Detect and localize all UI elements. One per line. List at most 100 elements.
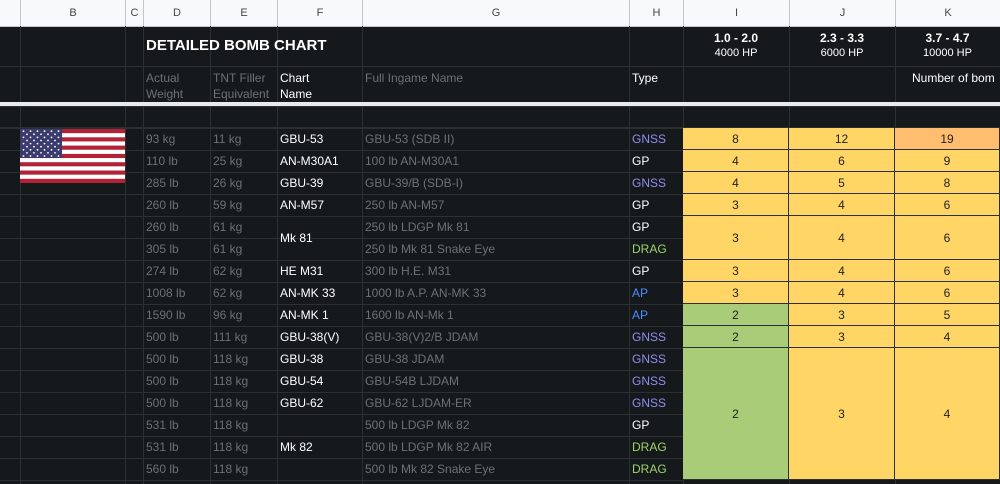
bomb-count-cell[interactable]: 4: [789, 282, 895, 304]
bomb-count-cell[interactable]: 6: [895, 282, 1000, 304]
col-header-h[interactable]: H: [629, 0, 683, 26]
table-row[interactable]: 305 lb 61 kg 250 lb Mk 81 Snake Eye DRAG: [0, 238, 683, 260]
col-header-a[interactable]: [0, 0, 20, 26]
tier-header-1: 1.0 - 2.0 4000 HP: [683, 31, 789, 61]
type-cell: GP: [632, 264, 650, 278]
table-row[interactable]: 93 kg 11 kg GBU-53 GBU-53 (SDB II) GNSS: [0, 128, 683, 150]
full-name-cell: GBU-38 JDAM: [365, 352, 445, 366]
bomb-count-cell[interactable]: 6: [895, 260, 1000, 282]
actual-weight-cell: 274 lb: [146, 264, 179, 278]
bomb-count-cell[interactable]: 4: [789, 216, 895, 260]
full-name-cell: 1600 lb AN-Mk 1: [365, 308, 454, 322]
tier-range: 3.7 - 4.7: [925, 31, 970, 45]
type-cell: GP: [632, 198, 650, 212]
grid-hline: [0, 106, 1000, 107]
bomb-count-cell[interactable]: 8: [895, 172, 1000, 194]
bomb-count-cell[interactable]: 3: [789, 348, 895, 480]
sheet-title: DETAILED BOMB CHART: [146, 37, 327, 54]
bomb-count-cell[interactable]: 4: [683, 150, 789, 172]
type-cell: GP: [632, 220, 650, 234]
bomb-count-cell[interactable]: 8: [683, 128, 789, 150]
chart-name-merged-cell: Mk 82: [280, 440, 313, 454]
bomb-count-cell[interactable]: 5: [895, 304, 1000, 326]
col-header-j[interactable]: J: [789, 0, 895, 26]
full-name-cell: 500 lb LDGP Mk 82: [365, 418, 470, 432]
col-header-g[interactable]: G: [362, 0, 629, 26]
bomb-count-cell[interactable]: 9: [895, 150, 1000, 172]
table-row[interactable]: 500 lb 118 kg GBU-62 GBU-62 LJDAM-ER GNSS: [0, 392, 683, 414]
full-name-cell: 250 lb LDGP Mk 81: [365, 220, 470, 234]
full-name-cell: 300 lb H.E. M31: [365, 264, 452, 278]
bomb-count-cell[interactable]: 19: [895, 128, 1000, 150]
type-cell: AP: [632, 286, 649, 300]
bomb-count-cell[interactable]: 3: [683, 260, 789, 282]
bomb-count-cell[interactable]: 3: [789, 304, 895, 326]
actual-weight-cell: 531 lb: [146, 440, 179, 454]
table-row[interactable]: 531 lb 118 kg 500 lb LDGP Mk 82 AIR DRAG: [0, 436, 683, 458]
col-header-c[interactable]: C: [125, 0, 143, 26]
col-header-k[interactable]: K: [895, 0, 1000, 26]
col-header-e[interactable]: E: [210, 0, 277, 26]
type-cell: GP: [632, 154, 650, 168]
type-cell: AP: [632, 308, 649, 322]
header-line: Actual: [146, 71, 180, 85]
header-line: Name: [280, 87, 313, 101]
chart-name-cell: AN-M57: [280, 198, 325, 212]
chart-name-cell: AN-M30A1: [280, 154, 339, 168]
bomb-count-cell[interactable]: 2: [683, 326, 789, 348]
table-row[interactable]: 500 lb 111 kg GBU-38(V) GBU-38(V)2/B JDAM GN…: [0, 326, 683, 348]
type-cell: DRAG: [632, 242, 667, 256]
type-cell: DRAG: [632, 462, 667, 476]
bomb-count-cell[interactable]: 3: [683, 216, 789, 260]
bomb-count-cell[interactable]: 2: [683, 304, 789, 326]
table-row[interactable]: 500 lb 118 kg GBU-54 GBU-54B LJDAM GNSS: [0, 370, 683, 392]
chart-name-cell: AN-MK 1: [280, 308, 329, 322]
full-name-cell: GBU-54B LJDAM: [365, 374, 460, 388]
col-header-f[interactable]: F: [277, 0, 362, 26]
tnt-equivalent-cell: 118 kg: [213, 462, 249, 476]
table-row[interactable]: 500 lb 118 kg GBU-38 GBU-38 JDAM GNSS: [0, 348, 683, 370]
tnt-equivalent-cell: 59 kg: [213, 198, 243, 212]
col-header-b[interactable]: B: [20, 0, 125, 26]
header-actual-weight: Actual Weight: [146, 70, 183, 102]
bomb-count-cell[interactable]: 4: [895, 326, 1000, 348]
chart-name-cell: GBU-38(V): [280, 330, 340, 344]
actual-weight-cell: 260 lb: [146, 220, 179, 234]
tnt-equivalent-cell: 118 kg: [213, 440, 249, 454]
tnt-equivalent-cell: 61 kg: [213, 220, 243, 234]
table-row[interactable]: 260 lb 61 kg 250 lb LDGP Mk 81 GP: [0, 216, 683, 238]
chart-name-cell: HE M31: [280, 264, 324, 278]
col-header-i[interactable]: I: [683, 0, 789, 26]
bomb-count-cell[interactable]: 4: [789, 194, 895, 216]
bomb-count-cell[interactable]: 2: [683, 348, 789, 480]
table-row[interactable]: 260 lb 59 kg AN-M57 250 lb AN-M57 GP: [0, 194, 683, 216]
table-row[interactable]: 274 lb 62 kg HE M31 300 lb H.E. M31 GP: [0, 260, 683, 282]
full-name-cell: GBU-53 (SDB II): [365, 132, 455, 146]
bomb-count-cell[interactable]: 3: [683, 194, 789, 216]
table-row[interactable]: 285 lb 26 kg GBU-39 GBU-39/B (SDB-I) GNSS: [0, 172, 683, 194]
table-row[interactable]: 560 lb 118 kg 500 lb Mk 82 Snake Eye DRAG: [0, 458, 683, 480]
header-tnt-equivalent: TNT Filler Equivalent: [213, 70, 269, 102]
table-row[interactable]: 1590 lb 96 kg AN-MK 1 1600 lb AN-Mk 1 AP: [0, 304, 683, 326]
full-name-cell: 500 lb Mk 82 Snake Eye: [365, 462, 496, 476]
bomb-count-cell[interactable]: 12: [789, 128, 895, 150]
bomb-count-cell[interactable]: 3: [683, 282, 789, 304]
bomb-count-cell[interactable]: 6: [895, 194, 1000, 216]
bomb-count-cell[interactable]: 3: [789, 326, 895, 348]
bomb-count-cell[interactable]: 5: [789, 172, 895, 194]
table-row[interactable]: 110 lb 25 kg AN-M30A1 100 lb AN-M30A1 GP: [0, 150, 683, 172]
bomb-count-cell[interactable]: 6: [895, 216, 1000, 260]
table-row[interactable]: 1008 lb 62 kg AN-MK 33 1000 lb A.P. AN-MK 3…: [0, 282, 683, 304]
tnt-equivalent-cell: 118 kg: [213, 396, 249, 410]
type-cell: GNSS: [632, 132, 667, 146]
chart-name-merged-cell: Mk 81: [280, 231, 313, 245]
bomb-count-cell[interactable]: 4: [683, 172, 789, 194]
actual-weight-cell: 1008 lb: [146, 286, 186, 300]
bomb-count-cell[interactable]: 6: [789, 150, 895, 172]
col-header-d[interactable]: D: [143, 0, 210, 26]
tier-header-3: 3.7 - 4.7 10000 HP: [895, 31, 1000, 61]
bomb-count-cell[interactable]: 4: [895, 348, 1000, 480]
bomb-count-cell[interactable]: 4: [789, 260, 895, 282]
table-row[interactable]: 531 lb 118 kg 500 lb LDGP Mk 82 GP: [0, 414, 683, 436]
chart-name-cell: GBU-62: [280, 396, 324, 410]
